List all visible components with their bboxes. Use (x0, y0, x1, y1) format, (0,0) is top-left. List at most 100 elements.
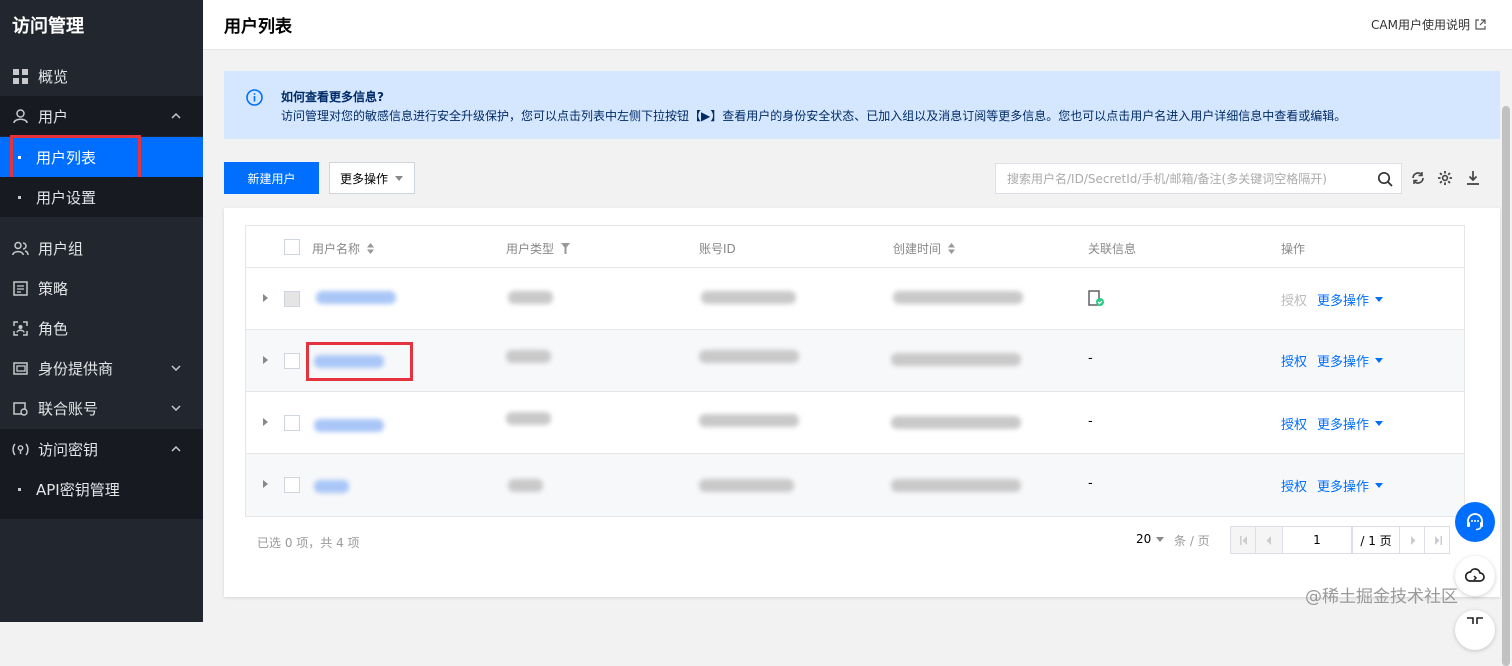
support-chat-button[interactable] (1455, 502, 1495, 542)
row-more-actions[interactable]: 更多操作 (1317, 351, 1384, 370)
authorize-link[interactable]: 授权 (1281, 414, 1307, 433)
sidebar-item-user-settings[interactable]: 用户设置 (0, 177, 203, 217)
linked-info-empty: - (1088, 351, 1093, 366)
docs-button[interactable] (1455, 610, 1495, 650)
sidebar-title: 访问管理 (12, 16, 84, 37)
search-input[interactable]: 搜索用户名/ID/SecretId/手机/邮箱/备注(多关键词空格隔开) (995, 163, 1402, 194)
username-link-redacted[interactable] (314, 419, 384, 432)
user-group-icon (12, 240, 29, 257)
authorize-link[interactable]: 授权 (1281, 351, 1307, 370)
row-more-actions[interactable]: 更多操作 (1317, 476, 1384, 495)
search-icon[interactable] (1377, 171, 1393, 187)
help-link-label: CAM用户使用说明 (1371, 18, 1470, 32)
column-label: 账号ID (699, 242, 736, 256)
sort-icon[interactable] (367, 243, 375, 254)
username-link-redacted[interactable] (314, 480, 349, 493)
column-user-type[interactable]: 用户类型 (506, 240, 571, 257)
row-more-actions[interactable]: 更多操作 (1317, 414, 1384, 433)
column-label: 用户名称 (312, 242, 361, 256)
caret-down-icon (395, 175, 404, 181)
user-type-redacted (508, 479, 543, 492)
row-checkbox (284, 291, 300, 307)
row-checkbox[interactable] (284, 415, 300, 431)
selection-summary: 已选 0 项，共 4 项 (257, 536, 360, 550)
select-all-checkbox[interactable] (284, 239, 300, 255)
next-page-button[interactable] (1399, 526, 1425, 554)
sidebar-item-policies[interactable]: 策略 (0, 268, 203, 308)
table-row: - 授权 更多操作 (246, 330, 1464, 392)
sidebar-group-bottom (0, 509, 203, 519)
headset-icon (1467, 513, 1483, 531)
column-username[interactable]: 用户名称 (312, 240, 375, 257)
column-actions: 操作 (1281, 240, 1305, 257)
authorize-link[interactable]: 授权 (1281, 476, 1307, 495)
row-more-actions-label: 更多操作 (1317, 294, 1370, 309)
last-page-button[interactable] (1424, 526, 1450, 554)
user-table: 用户名称 用户类型 账号ID 创建时间 关联信息 操作 授权 更多操作 - 授权… (245, 225, 1465, 517)
expand-icon[interactable] (263, 356, 268, 364)
page-number-input[interactable]: 1 (1282, 526, 1352, 554)
chevron-down-icon (171, 405, 181, 412)
notice-title: 如何查看更多信息? (281, 90, 384, 104)
sidebar-item-api-keys[interactable]: API密钥管理 (0, 469, 203, 509)
sidebar-item-user-groups[interactable]: 用户组 (0, 228, 203, 268)
sidebar-item-users[interactable]: 用户 (0, 96, 203, 136)
search-placeholder: 搜索用户名/ID/SecretId/手机/邮箱/备注(多关键词空格隔开) (1007, 172, 1327, 186)
sort-icon[interactable] (948, 243, 956, 254)
linked-info-empty: - (1088, 414, 1093, 429)
access-key-icon (12, 441, 29, 458)
sidebar-item-label: 策略 (38, 279, 69, 298)
table-row: - 授权 更多操作 (246, 392, 1464, 454)
next-page-icon (1411, 536, 1416, 545)
policy-icon (12, 280, 29, 297)
scrollbar[interactable] (1500, 50, 1512, 666)
username-link-redacted[interactable] (316, 291, 396, 304)
caret-down-icon (1375, 483, 1384, 488)
expand-icon[interactable] (263, 294, 268, 302)
row-checkbox[interactable] (284, 353, 300, 369)
created-time-redacted (891, 353, 1021, 366)
column-created-time[interactable]: 创建时间 (893, 240, 956, 257)
sidebar-item-roles[interactable]: 角色 (0, 308, 203, 348)
role-icon (12, 320, 29, 337)
identity-provider-icon (12, 360, 29, 377)
caret-down-icon (1156, 536, 1165, 542)
scrollbar-thumb[interactable] (1502, 106, 1510, 666)
sidebar-item-label: 访问密钥 (38, 440, 99, 459)
page-header: 用户列表 CAM用户使用说明 (203, 0, 1512, 50)
user-type-redacted (506, 412, 551, 425)
cloud-button[interactable] (1455, 556, 1495, 596)
sidebar-item-access-keys[interactable]: 访问密钥 (0, 429, 203, 469)
expand-icon[interactable] (263, 418, 268, 426)
sidebar-item-label: 联合账号 (38, 399, 99, 418)
sidebar-item-overview[interactable]: 概览 (0, 56, 203, 96)
first-page-icon (1240, 536, 1247, 545)
table-header: 用户名称 用户类型 账号ID 创建时间 关联信息 操作 (246, 226, 1464, 268)
caret-down-icon (1375, 421, 1384, 426)
created-time-redacted (893, 291, 1023, 304)
more-actions-dropdown[interactable]: 更多操作 (329, 162, 415, 194)
page-size-select[interactable]: 20 (1136, 532, 1165, 546)
settings-icon[interactable] (1437, 170, 1453, 186)
new-user-button[interactable]: 新建用户 (224, 162, 319, 194)
column-linked-info: 关联信息 (1088, 240, 1136, 257)
column-label: 用户类型 (506, 242, 555, 256)
chevron-up-icon (171, 445, 181, 452)
refresh-icon[interactable] (1410, 170, 1426, 186)
last-page-icon (1435, 536, 1442, 545)
download-icon[interactable] (1465, 170, 1481, 186)
more-actions-label: 更多操作 (340, 171, 389, 186)
external-link-icon (1475, 19, 1486, 30)
row-checkbox[interactable] (284, 477, 300, 493)
first-page-button[interactable] (1230, 526, 1256, 554)
page-title: 用户列表 (224, 17, 292, 37)
expand-icon[interactable] (263, 480, 268, 488)
sidebar-item-federated-accounts[interactable]: 联合账号 (0, 388, 203, 428)
help-link[interactable]: CAM用户使用说明 (1371, 16, 1486, 33)
row-more-actions[interactable]: 更多操作 (1317, 290, 1384, 309)
sidebar-item-identity-providers[interactable]: 身份提供商 (0, 348, 203, 388)
filter-icon[interactable] (561, 243, 571, 254)
prev-page-button[interactable] (1255, 526, 1283, 554)
bullet-dot (18, 488, 21, 491)
account-id-redacted (699, 350, 799, 363)
